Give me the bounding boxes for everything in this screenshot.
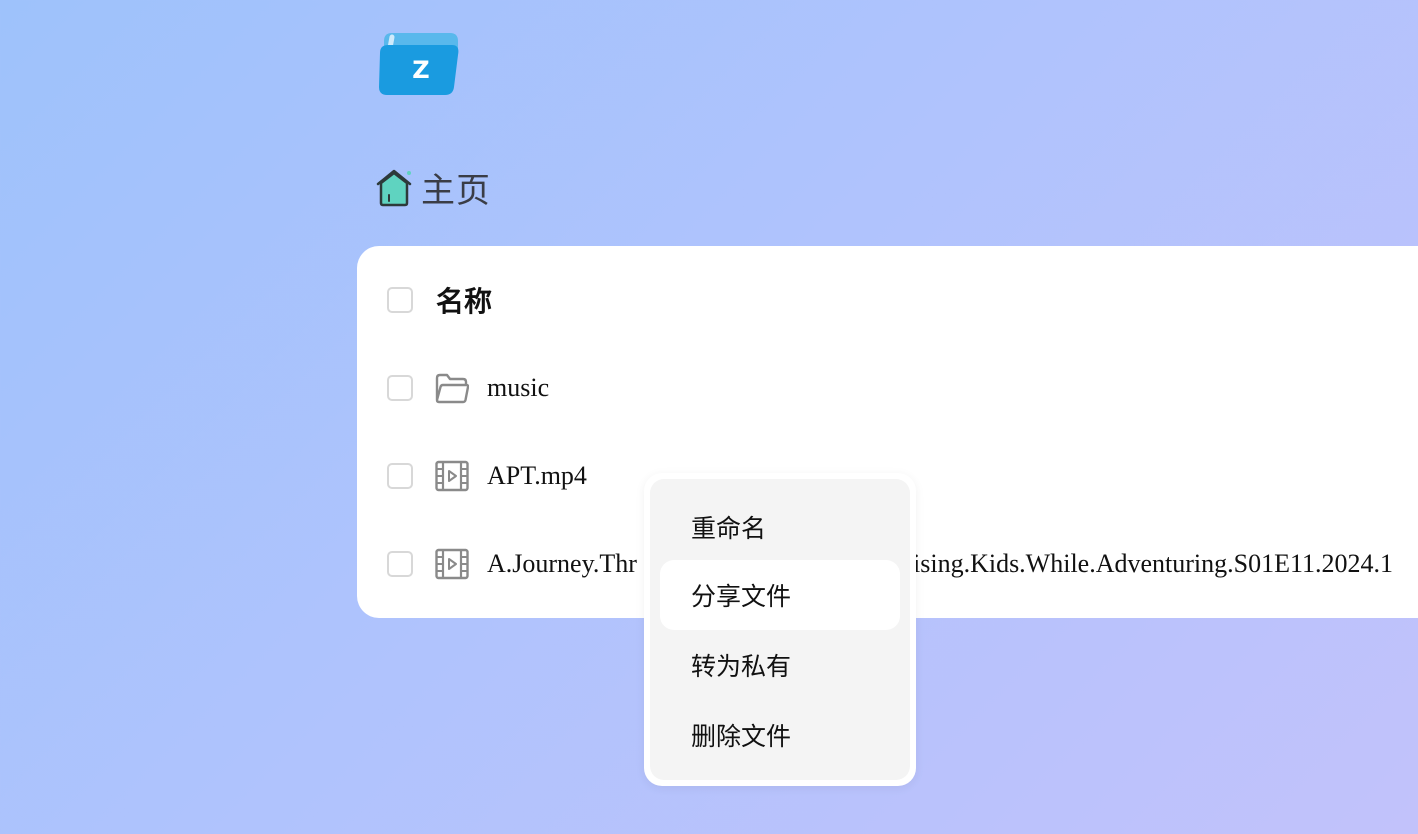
video-file-icon <box>435 548 469 580</box>
home-icon[interactable] <box>375 167 413 207</box>
app-logo[interactable]: Z <box>378 31 460 97</box>
breadcrumb-home-label[interactable]: 主页 <box>421 163 491 212</box>
context-menu: 重命名 分享文件 转为私有 删除文件 <box>644 473 916 786</box>
file-name[interactable]: A.Journey.Thr <box>487 549 637 579</box>
menu-item-rename[interactable]: 重命名 <box>660 492 900 562</box>
context-menu-list: 重命名 分享文件 转为私有 删除文件 <box>650 479 910 780</box>
row-checkbox[interactable] <box>387 463 413 489</box>
menu-item-share-file[interactable]: 分享文件 <box>660 560 900 630</box>
menu-item-delete-file[interactable]: 删除文件 <box>660 700 900 770</box>
folder-icon <box>435 372 470 404</box>
row-checkbox[interactable] <box>387 375 413 401</box>
row-checkbox[interactable] <box>387 551 413 577</box>
file-list-header: 名称 <box>357 270 1418 330</box>
file-name-tail[interactable]: uising.Kids.While.Adventuring.S01E11.202… <box>900 549 1393 579</box>
menu-item-make-private[interactable]: 转为私有 <box>660 630 900 700</box>
file-row[interactable]: music <box>357 358 1418 418</box>
select-all-checkbox[interactable] <box>387 287 413 313</box>
folder-logo-icon: Z <box>379 33 459 95</box>
name-column-header[interactable]: 名称 <box>436 280 492 320</box>
video-file-icon <box>435 460 469 492</box>
breadcrumb: 主页 <box>375 163 491 212</box>
file-name[interactable]: music <box>487 373 549 403</box>
file-name[interactable]: APT.mp4 <box>487 461 587 491</box>
logo-letter: Z <box>412 56 429 84</box>
